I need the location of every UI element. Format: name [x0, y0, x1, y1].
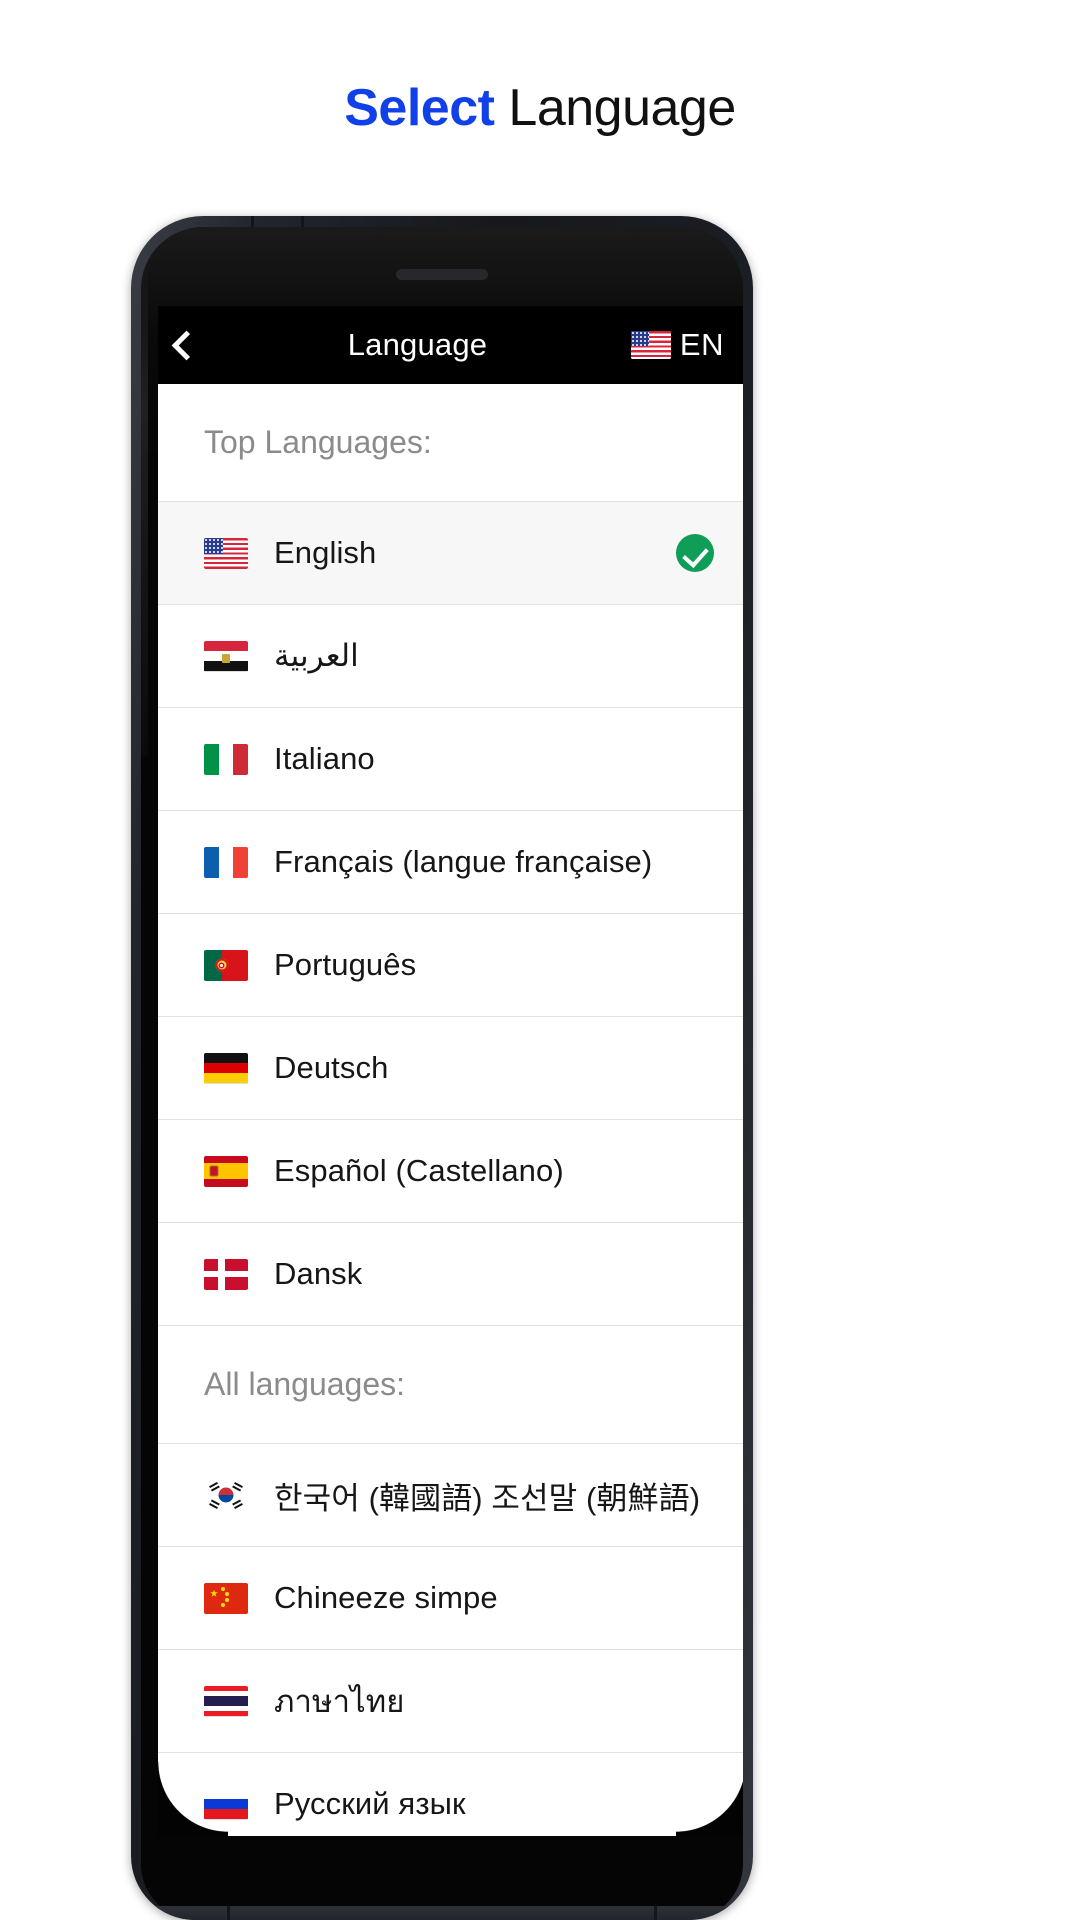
language-label: Русский язык [274, 1786, 466, 1821]
language-label: Español (Castellano) [274, 1153, 564, 1188]
flag-kr-icon [204, 1479, 248, 1511]
flag-th-icon [204, 1685, 248, 1717]
language-row-portuguese[interactable]: Português [158, 914, 743, 1017]
app-header-title: Language [347, 327, 488, 362]
language-row-chinese[interactable]: Chineeze simpe [158, 1547, 743, 1650]
phone-mockup: Language EN Top Languages: English العرب… [131, 216, 753, 1920]
language-row-russian[interactable]: Русский язык [158, 1753, 743, 1836]
phone-screen: Language EN Top Languages: English العرب… [158, 306, 743, 1836]
language-label: ภาษาไทย [274, 1684, 405, 1719]
language-label: 한국어 (韓國語) 조선말 (朝鮮語) [274, 1480, 701, 1516]
language-row-korean[interactable]: 한국어 (韓國語) 조선말 (朝鮮語) [158, 1444, 743, 1547]
language-row-spanish[interactable]: Español (Castellano) [158, 1120, 743, 1223]
language-row-thai[interactable]: ภาษาไทย [158, 1650, 743, 1753]
flag-fr-icon [204, 846, 248, 878]
phone-screen-bezel: Language EN Top Languages: English العرب… [141, 227, 743, 1920]
page-title: Select Language [0, 78, 1080, 138]
current-language-code: EN [679, 327, 724, 362]
flag-us-icon [204, 537, 248, 569]
page-root: Select Language Language EN Top Language… [0, 0, 1080, 1920]
language-list[interactable]: Top Languages: English العربية Italiano … [158, 384, 743, 1836]
language-label: Français (langue française) [274, 844, 653, 879]
page-title-accent: Select [344, 79, 495, 137]
flag-es-icon [204, 1155, 248, 1187]
language-label: English [274, 535, 377, 570]
earpiece-speaker [396, 269, 488, 280]
bezel-edge-highlight [141, 257, 148, 757]
language-label: Italiano [274, 741, 375, 776]
flag-dk-icon [204, 1258, 248, 1290]
language-row-arabic[interactable]: العربية [158, 605, 743, 708]
flag-de-icon [204, 1052, 248, 1084]
flag-eg-icon [204, 640, 248, 672]
language-label: Deutsch [274, 1050, 389, 1085]
chevron-left-icon [171, 330, 202, 360]
page-title-rest: Language [494, 79, 736, 137]
section-header-all-languages: All languages: [158, 1326, 743, 1444]
language-row-english[interactable]: English [158, 502, 743, 605]
app-header: Language EN [158, 306, 743, 384]
language-label: Chineeze simpe [274, 1580, 498, 1615]
flag-pt-icon [204, 949, 248, 981]
language-row-german[interactable]: Deutsch [158, 1017, 743, 1120]
flag-us-icon [630, 331, 671, 359]
language-row-danish[interactable]: Dansk [158, 1223, 743, 1326]
current-language-button[interactable]: EN [630, 327, 724, 363]
language-row-italian[interactable]: Italiano [158, 708, 743, 811]
section-header-top-languages: Top Languages: [158, 384, 743, 502]
selected-check-icon [676, 534, 714, 572]
language-label: العربية [274, 638, 359, 673]
language-row-french[interactable]: Français (langue française) [158, 811, 743, 914]
phone-bottom-frame [131, 1906, 753, 1920]
language-label: Dansk [274, 1256, 363, 1291]
phone-seam-right [654, 1906, 657, 1920]
flag-it-icon [204, 743, 248, 775]
phone-seam-left [227, 1906, 230, 1920]
flag-cn-icon [204, 1582, 248, 1614]
flag-ru-icon [204, 1788, 248, 1820]
language-label: Português [274, 947, 417, 982]
